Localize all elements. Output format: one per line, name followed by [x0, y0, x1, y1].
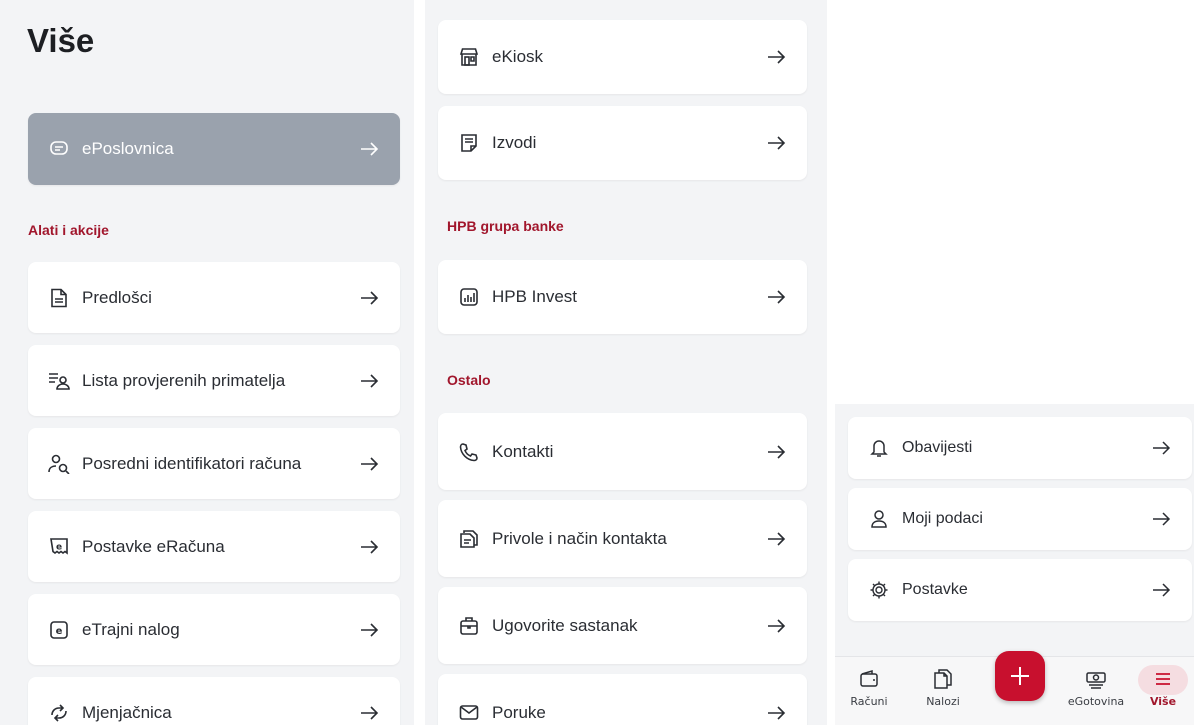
arrow-right-icon [765, 441, 787, 463]
my-data-label: Moji podaci [902, 510, 983, 527]
arrow-right-icon [765, 46, 787, 68]
settings-item[interactable]: Postavke [848, 559, 1192, 621]
hpb-invest-label: HPB Invest [492, 287, 578, 306]
wallet-icon [857, 667, 881, 691]
bell-icon [868, 437, 890, 459]
section-group-heading: HPB grupa banke [447, 218, 564, 234]
messages-item[interactable]: Poruke [438, 674, 807, 725]
eracun-settings-label: Postavke eRačuna [82, 536, 225, 556]
contacts-label: Kontakti [492, 441, 554, 461]
arrow-right-icon [1150, 579, 1172, 601]
eposlovnica-button[interactable]: ePoslovnica [28, 113, 400, 185]
arrow-right-icon [1150, 508, 1172, 530]
arrow-right-icon [765, 528, 787, 550]
svg-text:e: e [56, 626, 63, 637]
nav-more-label: Više [1149, 695, 1177, 708]
briefcase-icon [458, 615, 480, 637]
templates-item[interactable]: Predlošci [28, 262, 400, 333]
nav-orders[interactable]: Nalozi [913, 667, 973, 708]
nav-accounts[interactable]: Računi [839, 667, 899, 708]
more-screen-panel-2: eKiosk Izvodi HPB grupa banke HPB Invest… [425, 0, 827, 725]
svg-text:e: e [56, 542, 62, 552]
chat-bubble-icon [48, 138, 70, 160]
nav-ecash[interactable]: eGotovina [1061, 667, 1131, 708]
book-meeting-label: Ugovorite sastanak [492, 615, 638, 635]
more-screen-panel-3: Obavijesti Moji podaci Postavke Računi N… [835, 404, 1194, 725]
document-icon [48, 287, 70, 309]
page-title: Više [27, 22, 95, 59]
messages-label: Poruke [492, 702, 546, 722]
phone-icon [458, 441, 480, 463]
nav-orders-label: Nalozi [926, 695, 960, 708]
arrow-right-icon [358, 453, 380, 475]
arrow-right-icon [765, 286, 787, 308]
ekiosk-label: eKiosk [492, 47, 544, 66]
person-search-icon [48, 453, 70, 475]
mail-icon [458, 702, 480, 724]
orders-icon [931, 667, 955, 691]
proxy-identifiers-item[interactable]: Posredni identifikatori računa [28, 428, 400, 499]
standing-order-item[interactable]: e eTrajni nalog [28, 594, 400, 665]
arrow-right-icon [358, 536, 380, 558]
notifications-item[interactable]: Obavijesti [848, 417, 1192, 479]
kiosk-icon [458, 46, 480, 68]
cash-icon [1084, 667, 1108, 691]
plus-icon [1008, 664, 1032, 688]
menu-icon [1151, 667, 1175, 691]
arrow-right-icon [358, 619, 380, 641]
gear-icon [868, 579, 890, 601]
settings-label: Postavke [902, 581, 968, 598]
new-order-fab-button[interactable] [995, 651, 1045, 701]
arrow-right-icon [1150, 437, 1172, 459]
arrow-right-icon [765, 615, 787, 637]
nav-accounts-label: Računi [850, 695, 888, 708]
statements-item[interactable]: Izvodi [438, 106, 807, 180]
hpb-invest-item[interactable]: HPB Invest [438, 260, 807, 334]
statements-label: Izvodi [492, 133, 537, 152]
book-meeting-item[interactable]: Ugovorite sastanak [438, 587, 807, 664]
templates-label: Predlošci [82, 287, 152, 307]
nav-ecash-label: eGotovina [1067, 695, 1125, 708]
exchange-icon [48, 702, 70, 724]
section-other-heading: Ostalo [447, 372, 491, 388]
standing-order-label: eTrajni nalog [82, 619, 180, 639]
arrow-right-icon [358, 138, 380, 160]
proxy-identifiers-label: Posredni identifikatori računa [82, 453, 302, 473]
verified-recipients-label: Lista provjerenih primatelja [82, 370, 286, 390]
more-screen-panel-1: Više ePoslovnica Alati i akcije Predlošc… [0, 0, 414, 725]
eracun-settings-item[interactable]: e Postavke eRačuna [28, 511, 400, 582]
arrow-right-icon [358, 287, 380, 309]
my-data-item[interactable]: Moji podaci [848, 488, 1192, 550]
verified-recipients-item[interactable]: Lista provjerenih primatelja [28, 345, 400, 416]
list-person-icon [48, 370, 70, 392]
arrow-right-icon [765, 702, 787, 724]
consents-label: Privole i način kontakta [492, 528, 667, 548]
arrow-right-icon [765, 132, 787, 154]
ekiosk-item[interactable]: eKiosk [438, 20, 807, 94]
section-tools-heading: Alati i akcije [28, 222, 109, 238]
statement-icon [458, 132, 480, 154]
arrow-right-icon [358, 370, 380, 392]
person-icon [868, 508, 890, 530]
e-receipt-icon: e [48, 536, 70, 558]
chart-icon [458, 286, 480, 308]
exchange-label: Mjenjačnica [82, 702, 172, 722]
e-square-icon: e [48, 619, 70, 641]
consent-icon [458, 528, 480, 550]
consents-item[interactable]: Privole i način kontakta [438, 500, 807, 577]
exchange-item[interactable]: Mjenjačnica [28, 677, 400, 725]
contacts-item[interactable]: Kontakti [438, 413, 807, 490]
nav-more[interactable]: Više [1133, 667, 1193, 708]
arrow-right-icon [358, 702, 380, 724]
eposlovnica-label: ePoslovnica [82, 139, 174, 158]
notifications-label: Obavijesti [902, 439, 973, 456]
